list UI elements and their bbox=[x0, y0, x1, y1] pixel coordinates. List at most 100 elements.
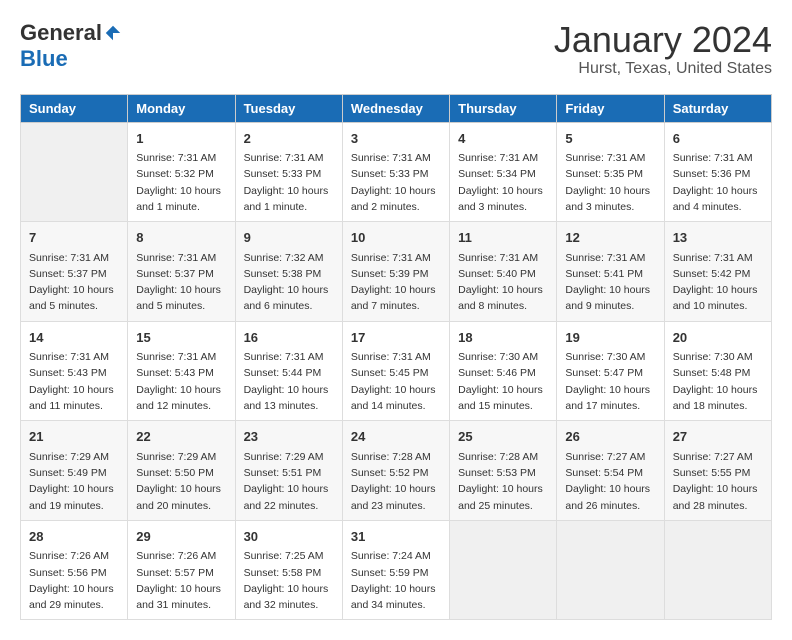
day-number: 31 bbox=[351, 527, 441, 547]
day-number: 22 bbox=[136, 427, 226, 447]
day-info: Sunrise: 7:26 AMSunset: 5:56 PMDaylight:… bbox=[29, 548, 119, 613]
calendar-cell: 22Sunrise: 7:29 AMSunset: 5:50 PMDayligh… bbox=[128, 421, 235, 521]
day-number: 2 bbox=[244, 129, 334, 149]
calendar-cell: 1Sunrise: 7:31 AMSunset: 5:32 PMDaylight… bbox=[128, 122, 235, 222]
calendar-cell: 19Sunrise: 7:30 AMSunset: 5:47 PMDayligh… bbox=[557, 321, 664, 421]
day-number: 20 bbox=[673, 328, 763, 348]
calendar-cell: 2Sunrise: 7:31 AMSunset: 5:33 PMDaylight… bbox=[235, 122, 342, 222]
day-number: 13 bbox=[673, 228, 763, 248]
day-number: 9 bbox=[244, 228, 334, 248]
calendar-cell: 16Sunrise: 7:31 AMSunset: 5:44 PMDayligh… bbox=[235, 321, 342, 421]
day-info: Sunrise: 7:31 AMSunset: 5:45 PMDaylight:… bbox=[351, 349, 441, 414]
calendar-cell: 21Sunrise: 7:29 AMSunset: 5:49 PMDayligh… bbox=[21, 421, 128, 521]
day-number: 19 bbox=[565, 328, 655, 348]
day-info: Sunrise: 7:29 AMSunset: 5:51 PMDaylight:… bbox=[244, 449, 334, 514]
header-tuesday: Tuesday bbox=[235, 94, 342, 122]
calendar-cell: 31Sunrise: 7:24 AMSunset: 5:59 PMDayligh… bbox=[342, 520, 449, 620]
calendar-cell: 4Sunrise: 7:31 AMSunset: 5:34 PMDaylight… bbox=[450, 122, 557, 222]
day-info: Sunrise: 7:30 AMSunset: 5:48 PMDaylight:… bbox=[673, 349, 763, 414]
day-info: Sunrise: 7:27 AMSunset: 5:54 PMDaylight:… bbox=[565, 449, 655, 514]
day-number: 3 bbox=[351, 129, 441, 149]
day-info: Sunrise: 7:29 AMSunset: 5:50 PMDaylight:… bbox=[136, 449, 226, 514]
header-saturday: Saturday bbox=[664, 94, 771, 122]
week-row-1: 1Sunrise: 7:31 AMSunset: 5:32 PMDaylight… bbox=[21, 122, 772, 222]
day-number: 16 bbox=[244, 328, 334, 348]
day-number: 23 bbox=[244, 427, 334, 447]
day-number: 18 bbox=[458, 328, 548, 348]
calendar-title: January 2024 bbox=[554, 20, 772, 60]
header-thursday: Thursday bbox=[450, 94, 557, 122]
day-number: 11 bbox=[458, 228, 548, 248]
day-info: Sunrise: 7:31 AMSunset: 5:37 PMDaylight:… bbox=[136, 250, 226, 315]
day-info: Sunrise: 7:31 AMSunset: 5:42 PMDaylight:… bbox=[673, 250, 763, 315]
header-friday: Friday bbox=[557, 94, 664, 122]
day-number: 28 bbox=[29, 527, 119, 547]
day-info: Sunrise: 7:31 AMSunset: 5:40 PMDaylight:… bbox=[458, 250, 548, 315]
day-info: Sunrise: 7:31 AMSunset: 5:36 PMDaylight:… bbox=[673, 150, 763, 215]
day-number: 26 bbox=[565, 427, 655, 447]
calendar-subtitle: Hurst, Texas, United States bbox=[554, 60, 772, 78]
day-info: Sunrise: 7:31 AMSunset: 5:43 PMDaylight:… bbox=[29, 349, 119, 414]
calendar-cell bbox=[21, 122, 128, 222]
day-info: Sunrise: 7:31 AMSunset: 5:33 PMDaylight:… bbox=[244, 150, 334, 215]
calendar-cell: 27Sunrise: 7:27 AMSunset: 5:55 PMDayligh… bbox=[664, 421, 771, 521]
title-block: January 2024 Hurst, Texas, United States bbox=[554, 20, 772, 78]
calendar-cell: 5Sunrise: 7:31 AMSunset: 5:35 PMDaylight… bbox=[557, 122, 664, 222]
day-info: Sunrise: 7:31 AMSunset: 5:35 PMDaylight:… bbox=[565, 150, 655, 215]
logo-blue: Blue bbox=[20, 46, 68, 71]
logo-general: General bbox=[20, 20, 102, 46]
week-row-4: 21Sunrise: 7:29 AMSunset: 5:49 PMDayligh… bbox=[21, 421, 772, 521]
day-number: 4 bbox=[458, 129, 548, 149]
calendar-cell: 12Sunrise: 7:31 AMSunset: 5:41 PMDayligh… bbox=[557, 222, 664, 322]
calendar-cell bbox=[664, 520, 771, 620]
calendar-cell: 30Sunrise: 7:25 AMSunset: 5:58 PMDayligh… bbox=[235, 520, 342, 620]
day-info: Sunrise: 7:30 AMSunset: 5:46 PMDaylight:… bbox=[458, 349, 548, 414]
calendar-header-row: SundayMondayTuesdayWednesdayThursdayFrid… bbox=[21, 94, 772, 122]
day-info: Sunrise: 7:27 AMSunset: 5:55 PMDaylight:… bbox=[673, 449, 763, 514]
day-info: Sunrise: 7:28 AMSunset: 5:52 PMDaylight:… bbox=[351, 449, 441, 514]
day-number: 5 bbox=[565, 129, 655, 149]
week-row-5: 28Sunrise: 7:26 AMSunset: 5:56 PMDayligh… bbox=[21, 520, 772, 620]
day-info: Sunrise: 7:31 AMSunset: 5:32 PMDaylight:… bbox=[136, 150, 226, 215]
calendar-cell: 20Sunrise: 7:30 AMSunset: 5:48 PMDayligh… bbox=[664, 321, 771, 421]
calendar-cell: 25Sunrise: 7:28 AMSunset: 5:53 PMDayligh… bbox=[450, 421, 557, 521]
calendar-cell: 29Sunrise: 7:26 AMSunset: 5:57 PMDayligh… bbox=[128, 520, 235, 620]
day-info: Sunrise: 7:24 AMSunset: 5:59 PMDaylight:… bbox=[351, 548, 441, 613]
calendar-cell: 7Sunrise: 7:31 AMSunset: 5:37 PMDaylight… bbox=[21, 222, 128, 322]
calendar-cell bbox=[557, 520, 664, 620]
week-row-2: 7Sunrise: 7:31 AMSunset: 5:37 PMDaylight… bbox=[21, 222, 772, 322]
day-number: 8 bbox=[136, 228, 226, 248]
page-header: General Blue January 2024 Hurst, Texas, … bbox=[20, 20, 772, 78]
calendar-cell: 18Sunrise: 7:30 AMSunset: 5:46 PMDayligh… bbox=[450, 321, 557, 421]
calendar-cell: 14Sunrise: 7:31 AMSunset: 5:43 PMDayligh… bbox=[21, 321, 128, 421]
week-row-3: 14Sunrise: 7:31 AMSunset: 5:43 PMDayligh… bbox=[21, 321, 772, 421]
day-info: Sunrise: 7:32 AMSunset: 5:38 PMDaylight:… bbox=[244, 250, 334, 315]
calendar-cell: 24Sunrise: 7:28 AMSunset: 5:52 PMDayligh… bbox=[342, 421, 449, 521]
day-info: Sunrise: 7:25 AMSunset: 5:58 PMDaylight:… bbox=[244, 548, 334, 613]
day-number: 14 bbox=[29, 328, 119, 348]
day-number: 27 bbox=[673, 427, 763, 447]
calendar-cell: 9Sunrise: 7:32 AMSunset: 5:38 PMDaylight… bbox=[235, 222, 342, 322]
day-number: 25 bbox=[458, 427, 548, 447]
day-number: 21 bbox=[29, 427, 119, 447]
calendar-cell: 10Sunrise: 7:31 AMSunset: 5:39 PMDayligh… bbox=[342, 222, 449, 322]
day-number: 10 bbox=[351, 228, 441, 248]
day-number: 15 bbox=[136, 328, 226, 348]
day-info: Sunrise: 7:26 AMSunset: 5:57 PMDaylight:… bbox=[136, 548, 226, 613]
day-number: 30 bbox=[244, 527, 334, 547]
logo-icon bbox=[104, 24, 122, 42]
day-info: Sunrise: 7:31 AMSunset: 5:41 PMDaylight:… bbox=[565, 250, 655, 315]
header-sunday: Sunday bbox=[21, 94, 128, 122]
day-info: Sunrise: 7:28 AMSunset: 5:53 PMDaylight:… bbox=[458, 449, 548, 514]
calendar-cell: 3Sunrise: 7:31 AMSunset: 5:33 PMDaylight… bbox=[342, 122, 449, 222]
calendar-cell bbox=[450, 520, 557, 620]
calendar-cell: 6Sunrise: 7:31 AMSunset: 5:36 PMDaylight… bbox=[664, 122, 771, 222]
day-info: Sunrise: 7:31 AMSunset: 5:43 PMDaylight:… bbox=[136, 349, 226, 414]
header-monday: Monday bbox=[128, 94, 235, 122]
header-wednesday: Wednesday bbox=[342, 94, 449, 122]
calendar-cell: 13Sunrise: 7:31 AMSunset: 5:42 PMDayligh… bbox=[664, 222, 771, 322]
day-number: 24 bbox=[351, 427, 441, 447]
day-number: 12 bbox=[565, 228, 655, 248]
day-number: 1 bbox=[136, 129, 226, 149]
day-info: Sunrise: 7:31 AMSunset: 5:33 PMDaylight:… bbox=[351, 150, 441, 215]
